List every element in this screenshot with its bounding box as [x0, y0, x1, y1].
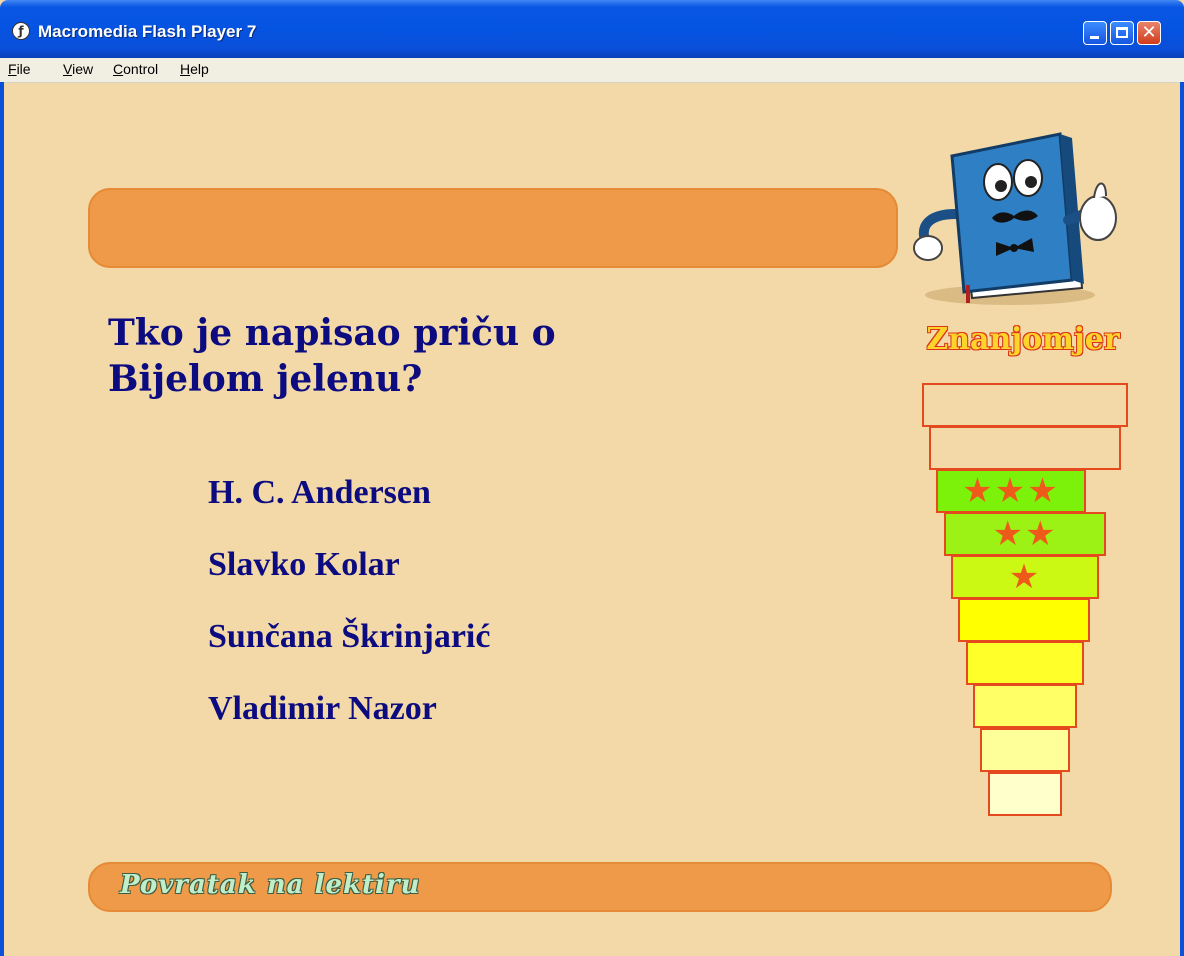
- menu-file-label: ile: [16, 61, 31, 77]
- close-icon: ✕: [1141, 22, 1157, 43]
- menu-control-mnemonic: C: [113, 61, 124, 77]
- flash-app-icon: ƒ: [12, 22, 30, 40]
- minimize-icon: [1090, 36, 1099, 39]
- meter-level-5: ★: [951, 555, 1099, 599]
- menu-control[interactable]: Control: [113, 61, 158, 77]
- menu-file-mnemonic: F: [8, 61, 17, 77]
- star-icon: ★: [1008, 557, 1042, 597]
- book-mascot-icon: [913, 132, 1117, 305]
- meter-level-10: [988, 772, 1062, 816]
- answer-option-1[interactable]: H. C. Andersen: [208, 474, 431, 512]
- question-text: Tko je napisao priču o Bijelom jelenu?: [108, 310, 748, 402]
- back-to-reading-button[interactable]: Povratak na lektiru: [88, 862, 1112, 912]
- close-button[interactable]: ✕: [1137, 21, 1161, 45]
- window-title: Macromedia Flash Player 7: [38, 22, 257, 41]
- meter-level-3: ★★★: [936, 469, 1086, 513]
- meter-level-6: [958, 598, 1090, 642]
- back-to-reading-label: Povratak na lektiru: [120, 870, 421, 900]
- title-bar[interactable]: ƒ Macromedia Flash Player 7 ✕: [0, 0, 1184, 58]
- menu-help-label: elp: [190, 61, 209, 77]
- meter-title: Znanjomjer: [926, 322, 1120, 357]
- answer-option-4[interactable]: Vladimir Nazor: [208, 690, 437, 728]
- star-icon: ★★: [992, 514, 1058, 554]
- window-border-right: [1180, 82, 1184, 956]
- meter-level-2: [929, 426, 1121, 470]
- menu-help[interactable]: Help: [180, 61, 209, 77]
- question-line-1: Tko je napisao priču o: [108, 312, 556, 354]
- question-line-2: Bijelom jelenu?: [108, 358, 423, 400]
- menu-help-mnemonic: H: [180, 61, 191, 77]
- menu-file[interactable]: File: [8, 61, 31, 77]
- answer-option-2[interactable]: Slavko Kolar: [208, 546, 400, 584]
- answer-option-3[interactable]: Sunčana Škrinjarić: [208, 618, 490, 656]
- maximize-icon: [1116, 27, 1128, 38]
- meter-level-1: [922, 383, 1128, 427]
- meter-level-7: [966, 641, 1084, 685]
- minimize-button[interactable]: [1083, 21, 1107, 45]
- meter-level-8: [973, 684, 1077, 728]
- meter-level-9: [980, 728, 1070, 772]
- window-border-left: [0, 82, 4, 956]
- star-icon: ★★★: [962, 471, 1060, 511]
- menu-view-label: iew: [72, 61, 94, 77]
- menu-view-mnemonic: V: [63, 61, 73, 77]
- menu-control-label: ontrol: [123, 61, 159, 77]
- menu-bar: File View Control Help: [0, 58, 1184, 83]
- header-bar: [88, 188, 898, 268]
- menu-view[interactable]: View: [63, 61, 93, 77]
- meter-level-4: ★★: [944, 512, 1106, 556]
- maximize-button[interactable]: [1110, 21, 1134, 45]
